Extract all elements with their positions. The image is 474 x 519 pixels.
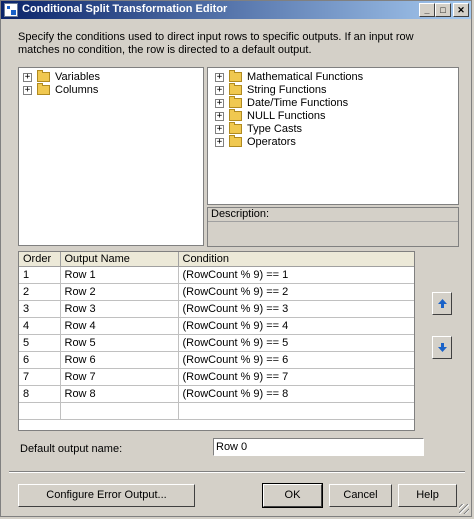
minimize-button[interactable]: _ [419, 3, 435, 17]
tree-item-label: Operators [247, 136, 296, 148]
folder-icon [37, 70, 50, 82]
table-row[interactable]: 4 Row 4 (RowCount % 9) == 4 [19, 317, 414, 335]
new-row[interactable] [19, 402, 414, 420]
column-header-order[interactable]: Order [19, 252, 61, 267]
folder-icon [37, 83, 50, 95]
order-cell[interactable] [19, 402, 61, 420]
column-header-condition[interactable]: Condition [178, 252, 414, 267]
tree-item-label: Date/Time Functions [247, 97, 349, 109]
output-name-cell[interactable]: Row 7 [60, 368, 179, 386]
table-row[interactable]: 1 Row 1 (RowCount % 9) == 1 [19, 266, 414, 284]
output-name-cell[interactable]: Row 1 [60, 266, 179, 284]
condition-cell[interactable] [178, 402, 414, 420]
instructions-text: Specify the conditions used to direct in… [18, 31, 414, 56]
table-row[interactable]: 5 Row 5 (RowCount % 9) == 5 [19, 334, 414, 352]
expand-icon[interactable]: + [215, 86, 224, 95]
configure-error-output-button[interactable]: Configure Error Output... [18, 484, 195, 507]
table-row[interactable]: 3 Row 3 (RowCount % 9) == 3 [19, 300, 414, 318]
folder-icon [229, 122, 242, 134]
order-cell[interactable]: 2 [19, 283, 61, 301]
default-output-label: Default output name: [20, 443, 123, 455]
table-row[interactable]: 6 Row 6 (RowCount % 9) == 6 [19, 351, 414, 369]
output-name-cell[interactable] [60, 402, 179, 420]
folder-icon [229, 96, 242, 108]
condition-cell[interactable]: (RowCount % 9) == 1 [178, 266, 414, 284]
expand-icon[interactable]: + [215, 99, 224, 108]
tree-item-label: Variables [55, 71, 101, 83]
tree-item-label: Mathematical Functions [247, 71, 364, 83]
column-header-output-name[interactable]: Output Name [60, 252, 179, 267]
folder-icon [229, 70, 242, 82]
condition-cell[interactable]: (RowCount % 9) == 7 [178, 368, 414, 386]
tree-item-label: Type Casts [247, 123, 303, 135]
expand-icon[interactable]: + [215, 73, 224, 82]
close-button[interactable]: ✕ [453, 3, 469, 17]
folder-icon [229, 109, 242, 121]
tree-item-label: Columns [55, 84, 99, 96]
conditions-grid[interactable]: Order Output Name Condition 1 Row 1 (Row… [18, 251, 415, 431]
order-cell[interactable]: 6 [19, 351, 61, 369]
condition-cell[interactable]: (RowCount % 9) == 4 [178, 317, 414, 335]
table-row[interactable]: 8 Row 8 (RowCount % 9) == 8 [19, 385, 414, 403]
tree-item-label: NULL Functions [247, 110, 326, 122]
conditions-table: Order Output Name Condition 1 Row 1 (Row… [19, 252, 414, 420]
output-name-cell[interactable]: Row 2 [60, 283, 179, 301]
order-cell[interactable]: 4 [19, 317, 61, 335]
table-row[interactable]: 7 Row 7 (RowCount % 9) == 7 [19, 368, 414, 386]
window-title: Conditional Split Transformation Editor [22, 3, 228, 15]
variables-columns-tree[interactable]: + Variables + Columns [18, 67, 204, 246]
title-bar[interactable]: Conditional Split Transformation Editor … [1, 1, 471, 19]
maximize-button[interactable]: □ [435, 3, 451, 17]
help-button[interactable]: Help [398, 484, 457, 507]
output-name-cell[interactable]: Row 8 [60, 385, 179, 403]
order-cell[interactable]: 7 [19, 368, 61, 386]
output-name-cell[interactable]: Row 5 [60, 334, 179, 352]
functions-tree[interactable]: + Mathematical Functions + String Functi… [207, 67, 459, 205]
ok-button[interactable]: OK [262, 483, 323, 508]
resize-grip[interactable] [459, 504, 469, 514]
output-name-cell[interactable]: Row 3 [60, 300, 179, 318]
tree-item-label: String Functions [247, 84, 327, 96]
expand-icon[interactable]: + [23, 73, 32, 82]
dialog-window: Conditional Split Transformation Editor … [0, 0, 472, 517]
output-name-cell[interactable]: Row 4 [60, 317, 179, 335]
condition-cell[interactable]: (RowCount % 9) == 3 [178, 300, 414, 318]
description-panel: Description: [207, 207, 459, 247]
condition-cell[interactable]: (RowCount % 9) == 2 [178, 283, 414, 301]
move-up-button[interactable] [432, 292, 452, 315]
separator [9, 471, 465, 473]
order-cell[interactable]: 3 [19, 300, 61, 318]
order-cell[interactable]: 1 [19, 266, 61, 284]
order-cell[interactable]: 5 [19, 334, 61, 352]
arrow-up-icon [438, 299, 447, 308]
grid-header-row: Order Output Name Condition [19, 252, 414, 267]
default-output-input[interactable]: Row 0 [213, 438, 424, 456]
folder-icon [229, 135, 242, 147]
table-row[interactable]: 2 Row 2 (RowCount % 9) == 2 [19, 283, 414, 301]
condition-cell[interactable]: (RowCount % 9) == 5 [178, 334, 414, 352]
arrow-down-icon [438, 343, 447, 352]
move-down-button[interactable] [432, 336, 452, 359]
order-cell[interactable]: 8 [19, 385, 61, 403]
expand-icon[interactable]: + [215, 138, 224, 147]
description-label: Description: [208, 208, 458, 222]
output-name-cell[interactable]: Row 6 [60, 351, 179, 369]
cancel-button[interactable]: Cancel [329, 484, 392, 507]
folder-icon [229, 83, 242, 95]
expand-icon[interactable]: + [215, 112, 224, 121]
expand-icon[interactable]: + [215, 125, 224, 134]
app-icon [4, 3, 18, 17]
condition-cell[interactable]: (RowCount % 9) == 6 [178, 351, 414, 369]
condition-cell[interactable]: (RowCount % 9) == 8 [178, 385, 414, 403]
expand-icon[interactable]: + [23, 86, 32, 95]
